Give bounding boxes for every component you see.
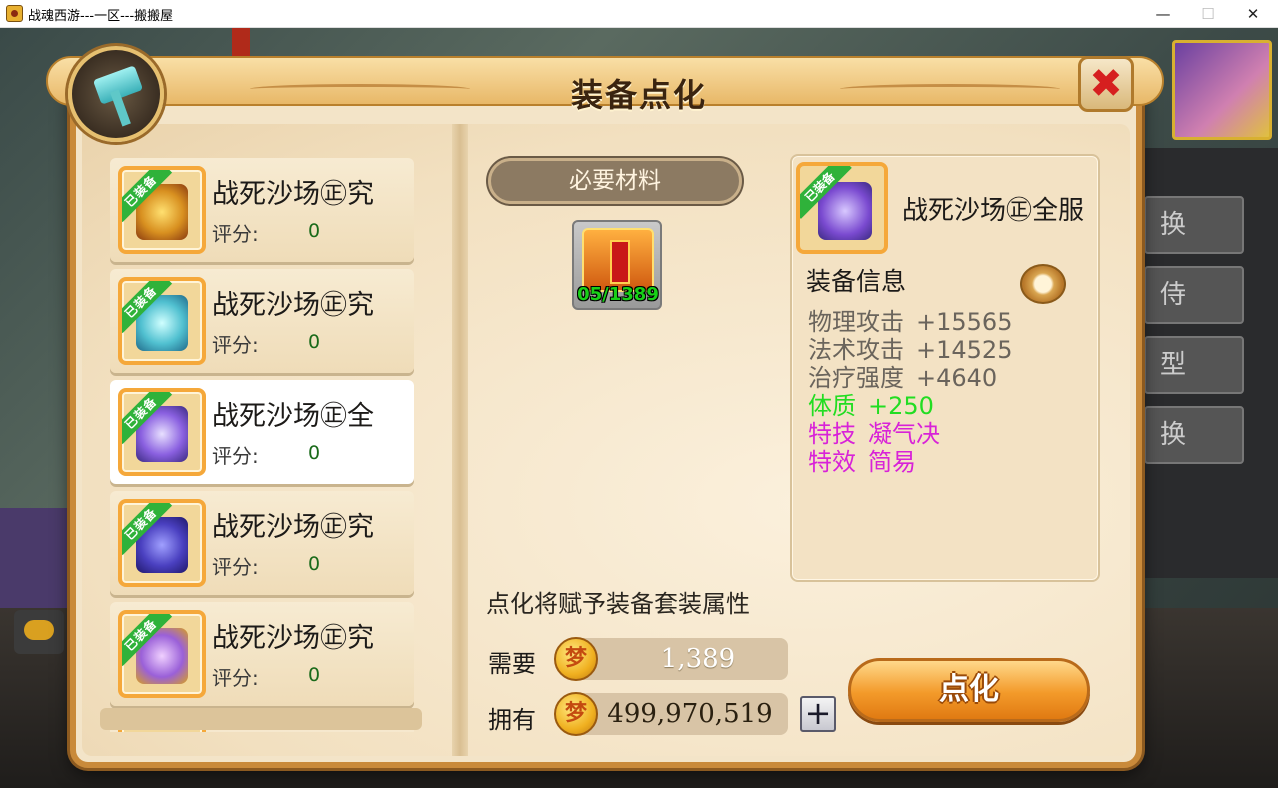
dialog-close-button[interactable]: ✖ (1078, 56, 1134, 112)
required-materials-heading: 必要材料 (569, 168, 661, 194)
own-amount-box: 499,970,519 (574, 693, 788, 735)
score-value: 0 (308, 442, 321, 464)
side-menu-button-3[interactable]: 型 (1144, 336, 1244, 394)
material-count: 05/1389 (577, 284, 659, 305)
score-label: 评分: (212, 555, 259, 579)
dream-coin-icon: 梦 (554, 692, 598, 736)
equipment-name: 战死沙场㊣全 (212, 401, 374, 432)
equipment-list-item[interactable]: 已装备 战死沙场㊣究 评分: 0 (110, 158, 414, 262)
equipment-name: 战死沙场㊣究 (212, 512, 374, 543)
add-currency-button[interactable]: + (800, 696, 836, 732)
own-label: 拥有 (488, 706, 536, 734)
equipment-name: 战死沙场㊣究 (212, 179, 374, 210)
app-icon (6, 5, 23, 22)
minimize-button[interactable]: — (1152, 3, 1174, 25)
score-value: 0 (308, 220, 321, 242)
list-scrollbar[interactable] (100, 708, 422, 730)
score-value: 0 (308, 331, 321, 353)
close-icon: ✖ (1089, 61, 1123, 107)
refine-button[interactable]: 点化 (848, 658, 1090, 722)
need-cost-box: 1,389 (574, 638, 788, 680)
list-divider (452, 124, 468, 756)
maximize-button[interactable]: ☐ (1197, 3, 1219, 25)
equipment-thumbnail: 已装备 (118, 610, 206, 698)
selected-equipment-thumbnail: 已装备 (796, 162, 888, 254)
equipment-list-item-selected[interactable]: 已装备 战死沙场㊣全 评分: 0 (110, 380, 414, 484)
chat-icon[interactable] (14, 610, 64, 654)
dream-coin-icon: 梦 (554, 637, 598, 681)
score-label: 评分: (212, 333, 259, 357)
set-attribute-note: 点化将赋予装备套装属性 (486, 590, 750, 618)
side-menu-button-1[interactable]: 换 (1144, 196, 1244, 254)
score-value: 0 (308, 664, 321, 686)
equipment-list[interactable]: 已装备 战死沙场㊣究 评分: 0 已装备 战死沙场㊣究 评分: 0 已装备 战死… (100, 150, 430, 732)
side-menu-button-2[interactable]: 侍 (1144, 266, 1244, 324)
equipment-name: 战死沙场㊣究 (212, 623, 374, 654)
score-value: 0 (308, 553, 321, 575)
window-close-button[interactable]: ✕ (1242, 3, 1264, 25)
window-titlebar: 战魂西游---一区---搬搬屋 — ☐ ✕ (0, 0, 1278, 28)
need-cost-value: 1,389 (660, 644, 736, 674)
equipment-name: 战死沙场㊣究 (212, 290, 374, 321)
equipment-info-heading: 装备信息 (806, 267, 907, 296)
material-slot[interactable]: 05/1389 (572, 220, 662, 310)
score-label: 评分: (212, 444, 259, 468)
selected-equipment-name: 战死沙场㊣全服 (902, 196, 1085, 226)
equipment-thumbnail: 已装备 (118, 166, 206, 254)
need-label: 需要 (488, 650, 536, 678)
equipment-thumbnail: 已装备 (118, 499, 206, 587)
stat-special-effect: 特效 简易 (808, 448, 916, 476)
equipment-thumbnail: 已装备 (118, 388, 206, 476)
score-label: 评分: (212, 222, 259, 246)
score-label: 评分: (212, 666, 259, 690)
hammer-icon (68, 46, 164, 142)
refine-stone-icon (582, 228, 654, 292)
equipment-list-item[interactable]: 已装备 战死沙场㊣究 评分: 0 (110, 491, 414, 595)
window-title: 战魂西游---一区---搬搬屋 (28, 9, 174, 24)
own-amount-value: 499,970,519 (607, 699, 773, 729)
equipment-thumbnail: 已装备 (118, 277, 206, 365)
side-menu-button-4[interactable]: 换 (1144, 406, 1244, 464)
equipment-list-item[interactable]: 已装备 战死沙场㊣究 评分: 0 (110, 269, 414, 373)
equipment-list-item[interactable]: 已装备 战死沙场㊣究 评分: 0 (110, 602, 414, 706)
required-materials-banner: 必要材料 (488, 158, 742, 204)
refine-button-label: 点化 (939, 672, 999, 707)
info-toggle-button[interactable] (1020, 264, 1066, 304)
